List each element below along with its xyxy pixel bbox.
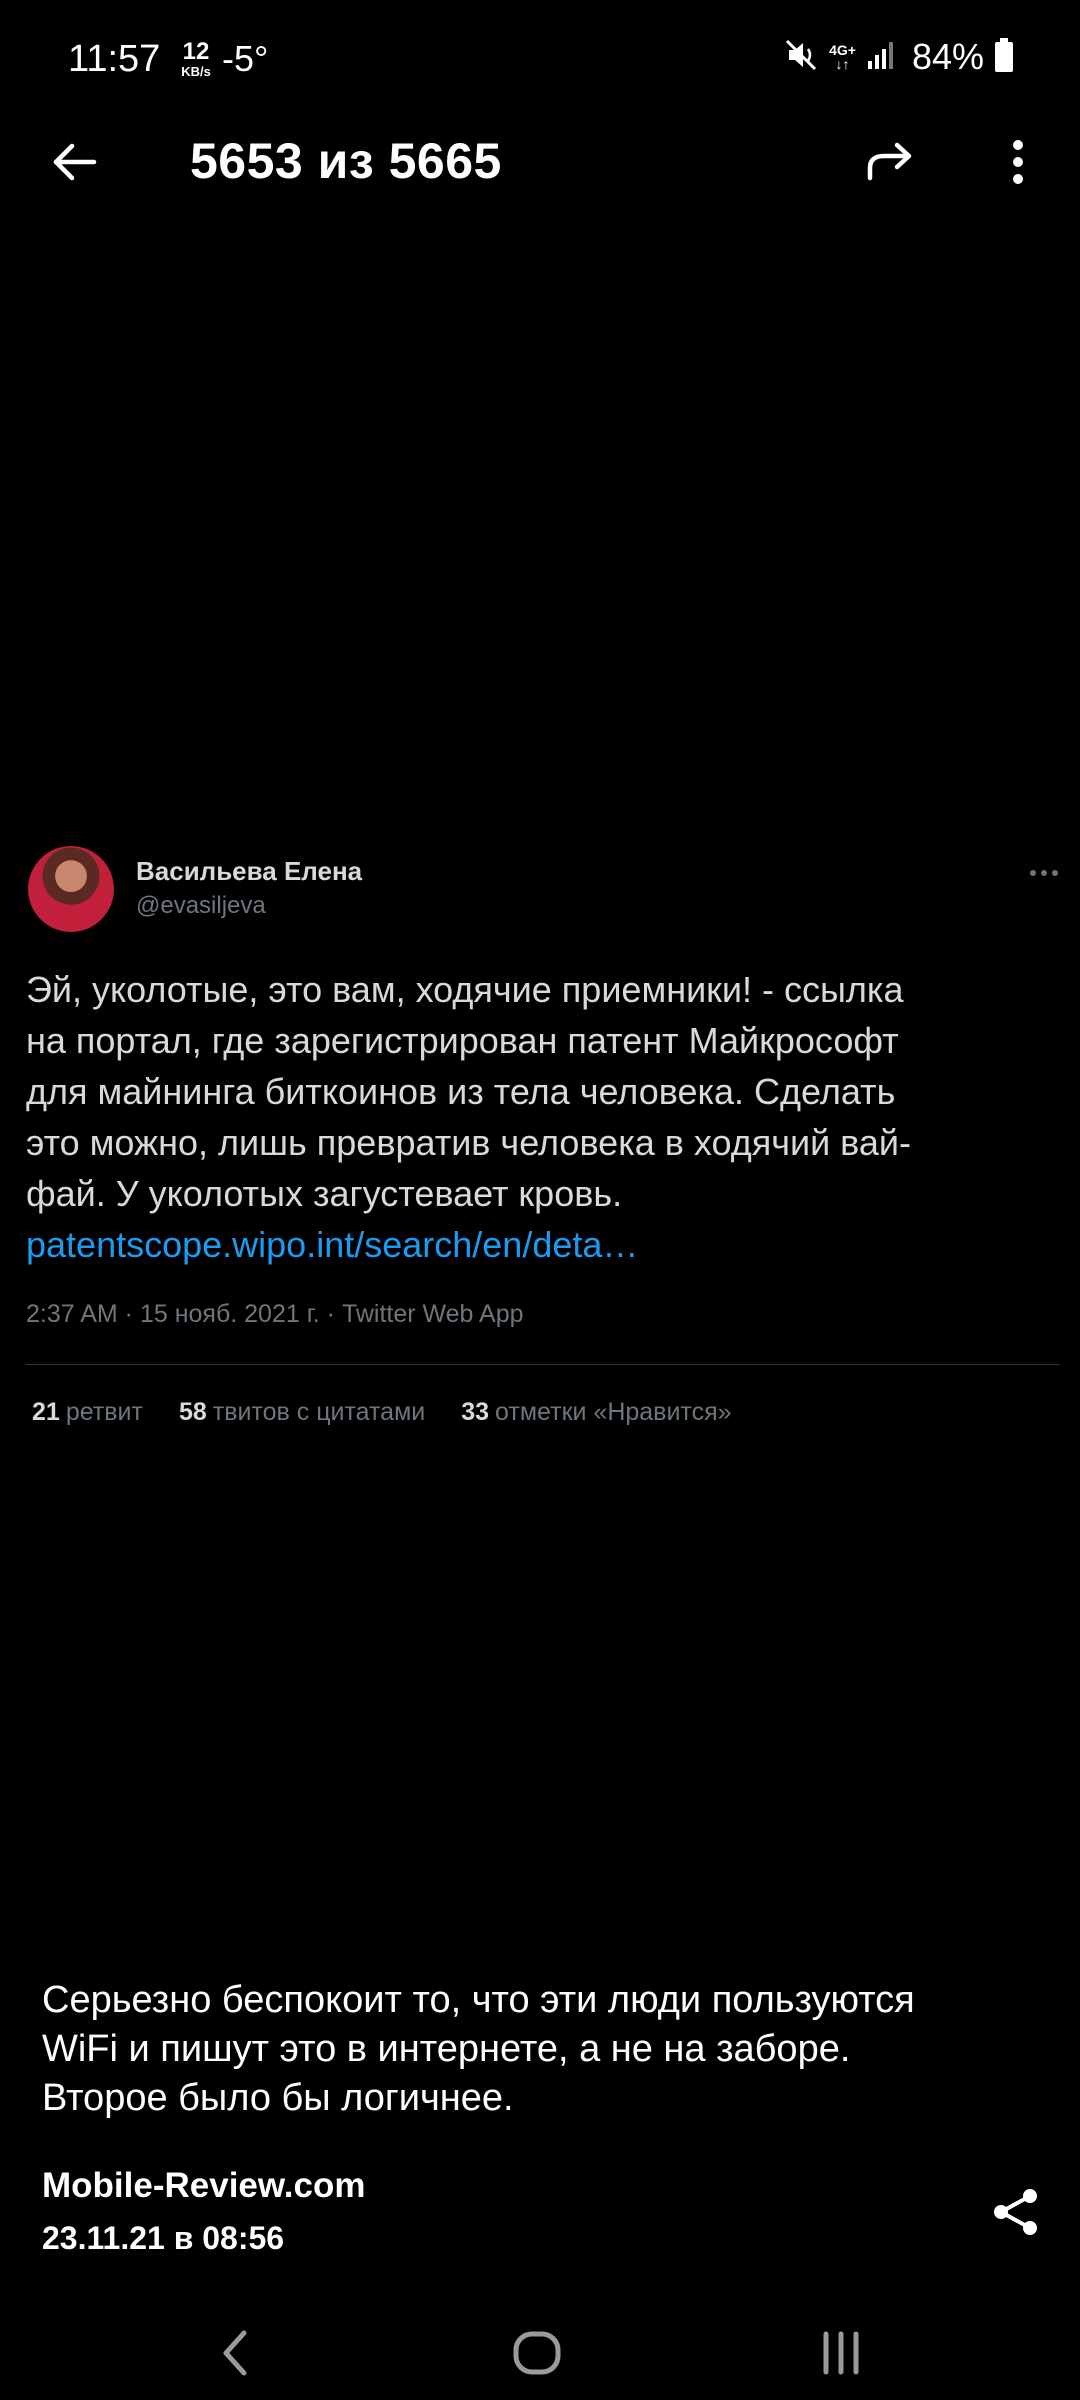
- tweet-screenshot: Васильева Елена @evasiljeva Эй, уколотые…: [0, 840, 1080, 1440]
- battery-icon: [994, 37, 1014, 78]
- tweet-line: Эй, уколотые, это вам, ходячие приемники…: [26, 969, 904, 1010]
- likes-label: отметки «Нравится»: [495, 1398, 732, 1426]
- recents-icon: [823, 2331, 859, 2375]
- tweet-line: на портал, где зарегистрирован патент Ма…: [26, 1020, 899, 1061]
- top-app-bar: 5653 из 5665: [0, 124, 1080, 200]
- status-time: 11:57: [68, 38, 161, 80]
- tweet-line: для майнинга биткоинов из тела человека.…: [26, 1071, 896, 1112]
- status-bar: 11:57 12 KB/s -5° 4G+ ↓↑ 84%: [0, 0, 1080, 124]
- tweet-stats: 21 ретвит 58 твитов с цитатами 33 отметки «…: [32, 1398, 732, 1427]
- battery-percent: 84%: [911, 36, 984, 77]
- photo-viewer-screen: 11:57 12 KB/s -5° 4G+ ↓↑ 84% 5653 из 566…: [0, 0, 1080, 2400]
- quotes-label: твитов с цитатами: [212, 1398, 426, 1426]
- caption-line: Второе было бы логичнее.: [42, 2077, 514, 2119]
- nav-home-button[interactable]: [502, 2318, 572, 2388]
- tweet-author-handle: @evasiljeva: [136, 892, 266, 919]
- likes-count: 33: [461, 1398, 490, 1426]
- retweets-label: ретвит: [65, 1398, 143, 1426]
- image-counter-title: 5653 из 5665: [190, 133, 502, 189]
- network-4g-icon: 4G+ ↓↑: [829, 42, 856, 72]
- tweet-line: это можно, лишь превратив человека в ход…: [26, 1122, 912, 1163]
- retweets-count: 21: [32, 1398, 60, 1426]
- tweet-body: Эй, уколотые, это вам, ходячие приемники…: [26, 964, 1056, 1270]
- network-speed-unit: KB/s: [181, 64, 211, 79]
- signal-icon: [866, 39, 896, 76]
- caption-source: Mobile-Review.com: [42, 2166, 366, 2205]
- avatar: [28, 846, 114, 932]
- mute-icon: [783, 37, 819, 78]
- caption-line: Серьезно беспокоит то, что эти люди поль…: [42, 1979, 915, 2021]
- nav-back-button[interactable]: [200, 2318, 270, 2388]
- chevron-left-icon: [223, 2330, 247, 2376]
- caption-line: WiFi и пишут это в интернете, а не на за…: [42, 2028, 851, 2070]
- divider: [26, 1364, 1060, 1365]
- share-button[interactable]: [984, 2180, 1048, 2244]
- back-arrow-icon: [53, 143, 97, 181]
- status-temperature: -5°: [222, 38, 269, 79]
- tweet-more-icon: [1024, 858, 1064, 888]
- tweet-link: patentscope.wipo.int/search/en/deta…: [26, 1224, 639, 1265]
- caption-date: 23.11.21 в 08:56: [42, 2220, 285, 2256]
- quotes-count: 58: [178, 1398, 207, 1426]
- network-speed-value: 12: [182, 38, 210, 65]
- system-nav-bar: [0, 2300, 1080, 2400]
- status-indicators: 4G+ ↓↑ 84%: [783, 36, 1014, 78]
- more-vert-icon: [1013, 140, 1023, 184]
- image-caption: Серьезно беспокоит то, что эти люди поль…: [42, 1976, 1042, 2123]
- quotes-stat: 58 твитов с цитатами: [179, 1398, 425, 1427]
- tweet-line: фай. У уколотых загустевает кровь.: [26, 1173, 623, 1214]
- share-icon: [994, 2189, 1037, 2235]
- more-options-button[interactable]: [986, 130, 1050, 194]
- home-icon: [513, 2331, 561, 2375]
- nav-recents-button[interactable]: [806, 2318, 876, 2388]
- likes-stat: 33 отметки «Нравится»: [461, 1398, 731, 1427]
- back-button[interactable]: [42, 130, 106, 194]
- network-speed: 12 KB/s: [176, 38, 216, 79]
- forward-button[interactable]: [858, 130, 922, 194]
- forward-share-icon: [867, 142, 912, 181]
- tweet-meta: 2:37 AM · 15 нояб. 2021 г. · Twitter Web…: [26, 1300, 524, 1328]
- retweets-stat: 21 ретвит: [32, 1398, 143, 1427]
- tweet-author-name: Васильева Елена: [136, 856, 363, 886]
